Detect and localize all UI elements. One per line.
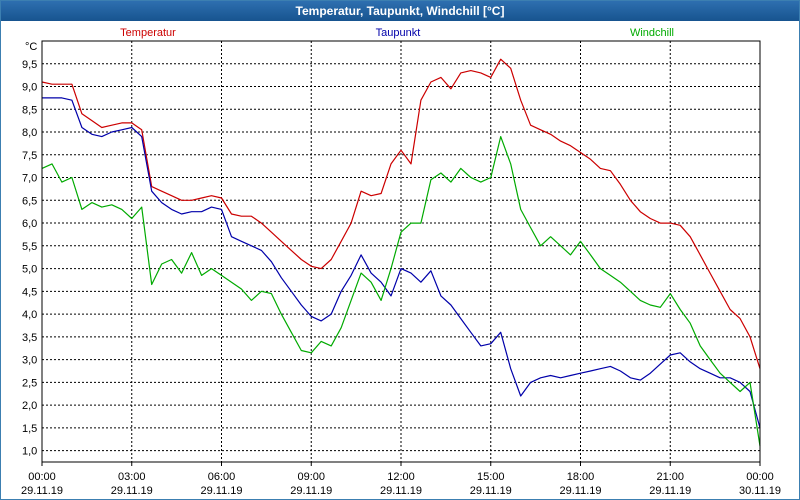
legend-label-temperatur: Temperatur xyxy=(120,27,176,39)
x-tick-date: 29.11.19 xyxy=(470,485,512,497)
legend-label-windchill: Windchill xyxy=(630,27,674,39)
y-tick-label: 1,0 xyxy=(22,446,37,458)
x-tick-time: 00:00 xyxy=(28,471,56,483)
x-tick-time: 12:00 xyxy=(387,471,415,483)
x-tick-date: 29.11.19 xyxy=(559,485,601,497)
legend: Temperatur Taupunkt Windchill xyxy=(120,27,674,39)
y-tick-label: 2,5 xyxy=(22,377,37,389)
x-tick-date: 29.11.19 xyxy=(111,485,153,497)
y-tick-label: 4,0 xyxy=(22,309,37,321)
grid xyxy=(42,41,760,462)
x-tick-time: 18:00 xyxy=(567,471,595,483)
y-tick-label: 9,0 xyxy=(22,82,37,94)
y-tick-label: 6,5 xyxy=(22,195,37,207)
y-tick-label: 8,5 xyxy=(22,104,37,116)
x-tick-date: 29.11.19 xyxy=(290,485,332,497)
y-tick-label: 7,5 xyxy=(22,150,37,162)
y-tick-label: 2,0 xyxy=(22,400,37,412)
y-tick-label: 3,5 xyxy=(22,332,37,344)
y-tick-label: 9,5 xyxy=(22,59,37,71)
x-tick-date: 29.11.19 xyxy=(21,485,63,497)
y-tick-label: 3,0 xyxy=(22,355,37,367)
y-tick-label: 1,5 xyxy=(22,423,37,435)
legend-label-taupunkt: Taupunkt xyxy=(376,27,421,39)
x-tick-date: 29.11.19 xyxy=(649,485,691,497)
x-tick-date: 29.11.19 xyxy=(200,485,242,497)
x-tick-time: 06:00 xyxy=(208,471,236,483)
x-tick-time: 21:00 xyxy=(656,471,684,483)
x-tick-date: 30.11.19 xyxy=(739,485,781,497)
x-tick-time: 15:00 xyxy=(477,471,505,483)
x-tick-date: 29.11.19 xyxy=(380,485,422,497)
y-tick-label: 8,0 xyxy=(22,127,37,139)
x-tick-time: 09:00 xyxy=(297,471,325,483)
y-tick-label: 5,0 xyxy=(22,264,37,276)
x-tick-time: 00:00 xyxy=(746,471,774,483)
y-tick-label: 4,5 xyxy=(22,286,37,298)
y-tick-label: 7,0 xyxy=(22,173,37,185)
chart-area: 1,0 1,5 2,0 2,5 3,0 3,5 4,0 4,5 5,0 5,5 6,0 6,5 7,0 7… xyxy=(21,27,781,497)
y-axis-label: °C xyxy=(25,41,37,53)
x-tick-time: 03:00 xyxy=(118,471,146,483)
y-tick-label: 5,5 xyxy=(22,241,37,253)
y-tick-label: 6,0 xyxy=(22,218,37,230)
